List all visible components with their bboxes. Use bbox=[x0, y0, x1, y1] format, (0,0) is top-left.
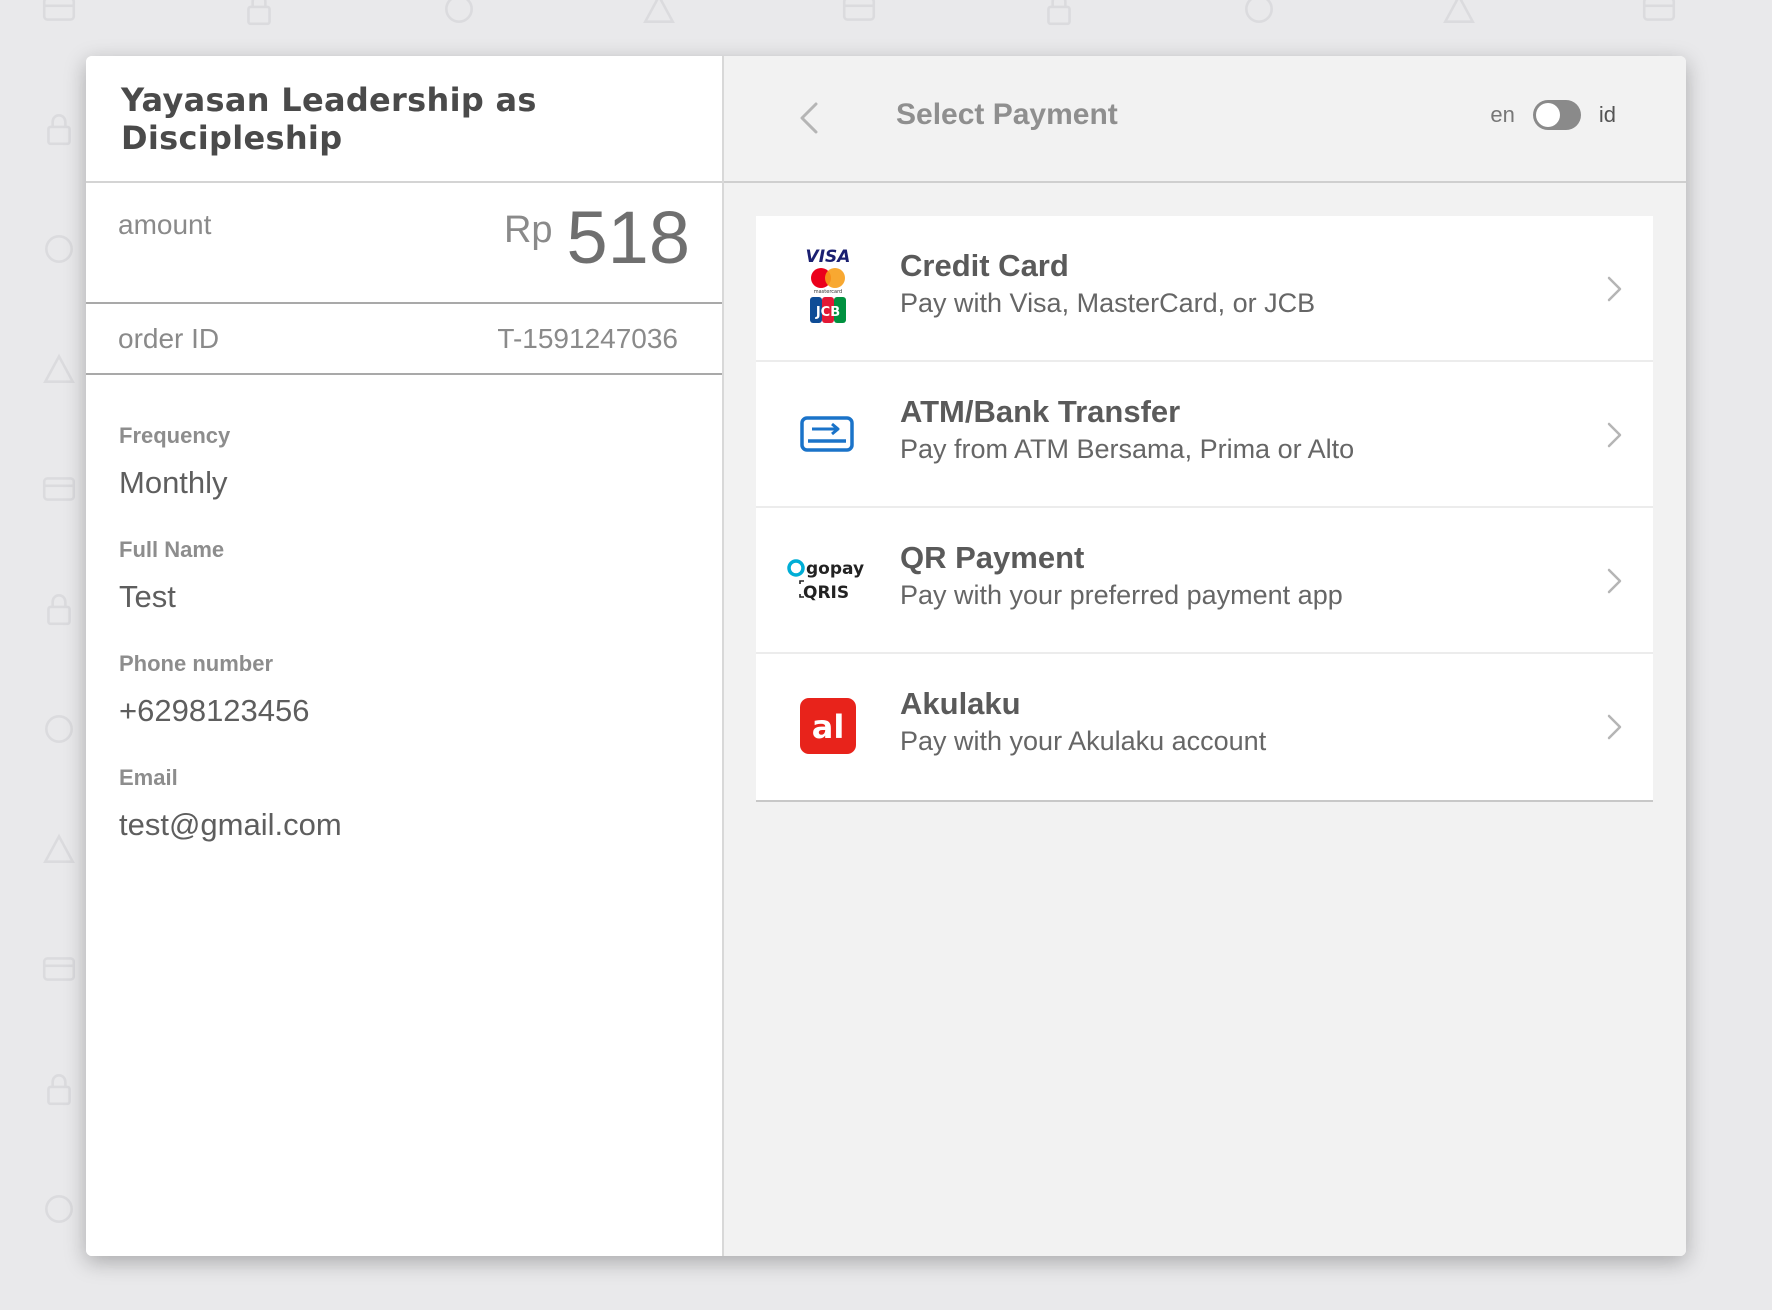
akulaku-icon: al bbox=[786, 682, 870, 770]
background-pattern-icon bbox=[42, 0, 76, 21]
chevron-right-icon bbox=[1607, 714, 1622, 740]
background-pattern-icon bbox=[247, 0, 271, 26]
payment-title: QR Payment bbox=[900, 540, 1085, 575]
detail-value: Monthly bbox=[119, 465, 228, 500]
order-id-row: order ID T-1591247036 bbox=[86, 304, 722, 375]
payment-option-credit-card[interactable]: VISA mastercard JCB Credit Card Pay with… bbox=[756, 216, 1653, 362]
payment-description: Pay with Visa, MasterCard, or JCB bbox=[900, 288, 1316, 318]
background-pattern-icon bbox=[47, 113, 71, 146]
background-pattern-icon bbox=[42, 477, 76, 501]
chevron-right-icon bbox=[1607, 276, 1622, 302]
background-pattern-icon bbox=[445, 0, 473, 23]
detail-value: +6298123456 bbox=[119, 693, 310, 728]
mastercard-logo-text: mastercard bbox=[814, 289, 842, 295]
background-pattern-icon bbox=[45, 235, 73, 263]
background-pattern-icon bbox=[43, 353, 75, 383]
background-pattern-icon bbox=[45, 715, 73, 743]
qris-logo-text: QRIS bbox=[803, 583, 849, 603]
payment-selection-panel: Select Payment en id VISA mastercard JCB… bbox=[724, 56, 1686, 1256]
detail-email: Email test@gmail.com bbox=[119, 765, 689, 843]
payment-title: Akulaku bbox=[900, 686, 1021, 721]
detail-label: Frequency bbox=[119, 423, 231, 448]
merchant-name: Yayasan Leadership as Discipleship bbox=[121, 80, 537, 157]
page-title: Select Payment bbox=[896, 98, 1118, 131]
detail-value: test@gmail.com bbox=[119, 807, 342, 842]
background-pattern-icon bbox=[43, 833, 75, 863]
lang-id-label: id bbox=[1598, 102, 1616, 127]
payment-option-atm-bank-transfer[interactable]: ATM/Bank Transfer Pay from ATM Bersama, … bbox=[756, 362, 1653, 508]
merchant-header: Yayasan Leadership as Discipleship bbox=[86, 56, 722, 183]
language-switch: en id bbox=[1490, 100, 1616, 130]
payment-method-list: VISA mastercard JCB Credit Card Pay with… bbox=[756, 216, 1653, 802]
background-pattern-icon bbox=[47, 1073, 71, 1106]
background-pattern-icon bbox=[1642, 0, 1676, 21]
back-button[interactable] bbox=[790, 98, 830, 138]
amount-value: Rp 518 bbox=[504, 201, 690, 275]
payment-description: Pay with your Akulaku account bbox=[900, 726, 1267, 756]
payment-description: Pay with your preferred payment app bbox=[900, 580, 1343, 610]
language-toggle[interactable] bbox=[1532, 100, 1581, 130]
chevron-right-icon bbox=[1607, 422, 1622, 448]
visa-logo-text: VISA bbox=[806, 247, 851, 267]
payment-modal: Yayasan Leadership as Discipleship amoun… bbox=[86, 56, 1686, 1256]
lang-en-label: en bbox=[1490, 102, 1515, 127]
background-pattern-icon bbox=[1245, 0, 1273, 23]
amount-row: amount Rp 518 bbox=[86, 183, 722, 304]
gopay-logo-text: gopay bbox=[806, 559, 864, 579]
payment-option-akulaku[interactable]: al Akulaku Pay with your Akulaku account bbox=[756, 654, 1653, 800]
detail-frequency: Frequency Monthly bbox=[119, 423, 689, 501]
amount-label: amount bbox=[118, 209, 212, 240]
order-summary-panel: Yayasan Leadership as Discipleship amoun… bbox=[86, 56, 724, 1256]
order-id-value: T-1591247036 bbox=[497, 322, 678, 354]
gopay-qris-icon: gopay QRIS bbox=[786, 536, 870, 624]
detail-label: Email bbox=[119, 765, 178, 790]
chevron-right-icon bbox=[1607, 568, 1622, 594]
background-pattern-icon bbox=[842, 0, 876, 21]
detail-full-name: Full Name Test bbox=[119, 537, 689, 615]
payment-header: Select Payment en id bbox=[724, 56, 1686, 183]
payment-option-qr-payment[interactable]: gopay QRIS QR Payment Pay with your pref… bbox=[756, 508, 1653, 654]
card-brands-icon: VISA mastercard JCB bbox=[786, 244, 870, 332]
payment-title: Credit Card bbox=[900, 248, 1069, 283]
detail-phone-number: Phone number +6298123456 bbox=[119, 651, 689, 729]
toggle-knob bbox=[1535, 103, 1560, 127]
detail-value: Test bbox=[119, 579, 176, 614]
background-pattern-icon bbox=[1047, 0, 1071, 26]
customer-details: Frequency Monthly Full Name Test Phone n… bbox=[86, 375, 722, 843]
background-pattern-icon bbox=[42, 957, 76, 981]
amount-currency: Rp bbox=[503, 209, 553, 251]
amount-number: 518 bbox=[566, 196, 690, 279]
order-id-label: order ID bbox=[118, 322, 220, 354]
background-pattern-icon bbox=[45, 1195, 73, 1223]
payment-description: Pay from ATM Bersama, Prima or Alto bbox=[900, 434, 1355, 464]
detail-label: Full Name bbox=[119, 537, 225, 562]
background-pattern-icon bbox=[1443, 0, 1475, 23]
background-pattern-icon bbox=[643, 0, 675, 23]
background-pattern-icon bbox=[47, 593, 71, 626]
payment-title: ATM/Bank Transfer bbox=[900, 394, 1181, 429]
detail-label: Phone number bbox=[119, 651, 274, 676]
bank-card-icon bbox=[786, 390, 870, 478]
chevron-left-icon bbox=[800, 102, 818, 134]
akulaku-logo-text: al bbox=[812, 708, 845, 746]
jcb-logo-text: JCB bbox=[815, 305, 840, 320]
